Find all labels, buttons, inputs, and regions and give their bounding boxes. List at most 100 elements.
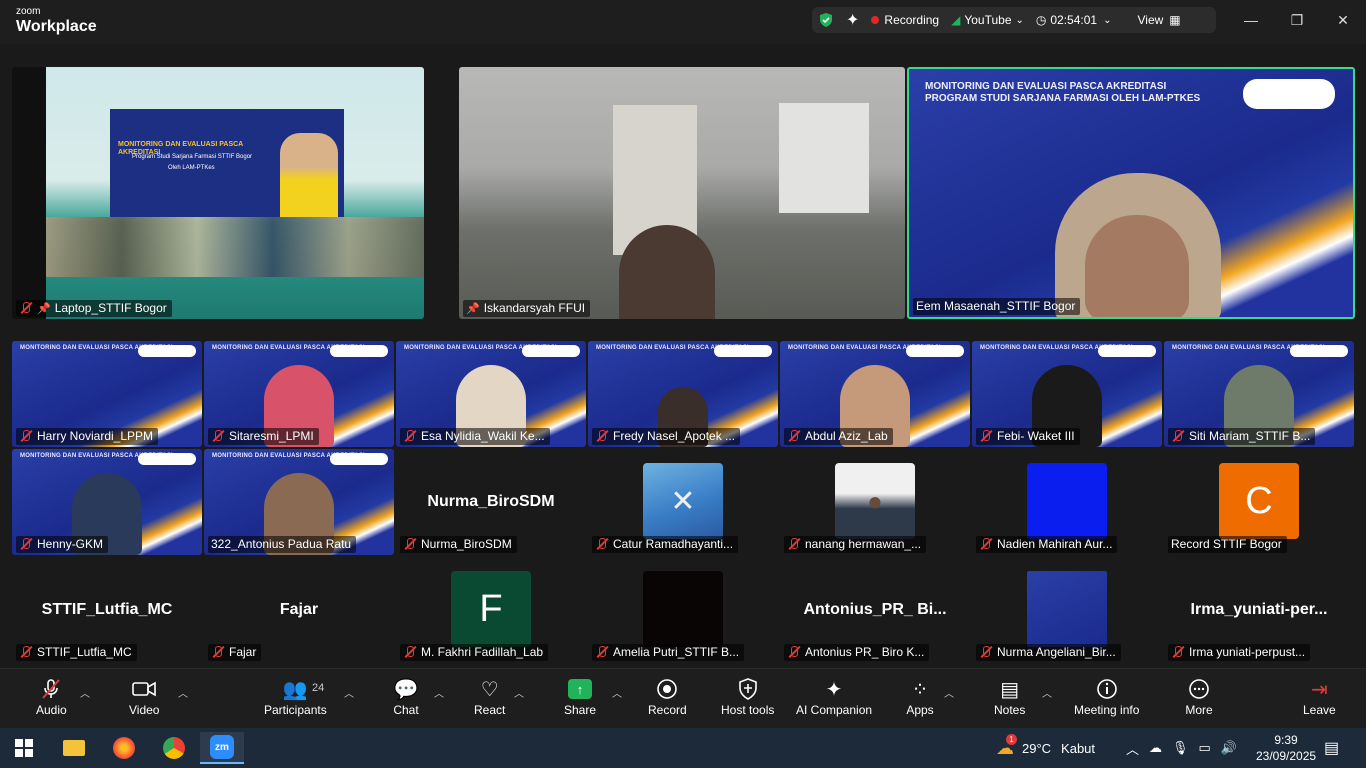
video-tile[interactable]: STTIF_Lutfia_MC STTIF_Lutfia_MC xyxy=(12,557,202,663)
video-tile[interactable]: Irma_yuniati-per... Irma yuniati-perpust… xyxy=(1164,557,1354,663)
windows-start-icon[interactable] xyxy=(4,732,44,764)
participant-name: Henny-GKM xyxy=(37,537,104,551)
recording-label: Recording xyxy=(884,13,940,27)
institution-logos xyxy=(1243,79,1335,109)
mic-muted-icon xyxy=(787,430,801,442)
share-button[interactable]: ↑ Share xyxy=(564,675,596,717)
video-tile-laptop-sttif[interactable]: MONITORING DAN EVALUASI PASCA AKREDITASI… xyxy=(12,67,424,319)
video-camera-icon xyxy=(130,675,158,703)
mic-muted-icon xyxy=(979,430,993,442)
close-icon[interactable]: ✕ xyxy=(1320,0,1366,40)
record-button[interactable]: Record xyxy=(648,675,687,717)
audio-button[interactable]: Audio xyxy=(36,675,67,717)
video-tile[interactable]: MONITORING DAN EVALUASI PASCA AKREDITASI… xyxy=(12,449,202,555)
youtube-stream-indicator[interactable]: ◢ YouTube ⌄ xyxy=(945,7,1030,33)
weather-widget[interactable]: ☁ 1 29°C Kabut xyxy=(996,728,1095,768)
host-tools-button[interactable]: Host tools xyxy=(721,675,774,717)
video-tile[interactable]: MONITORING DAN EVALUASI PASCA AKREDITASI… xyxy=(396,341,586,447)
chat-button[interactable]: 💬 Chat xyxy=(392,675,420,718)
chevron-up-icon[interactable]: ︿ xyxy=(1126,739,1139,758)
video-options-caret-icon[interactable]: ︿ xyxy=(178,685,188,700)
mic-muted-icon xyxy=(979,538,993,550)
audio-options-caret-icon[interactable]: ︿ xyxy=(80,685,90,700)
firefox-icon[interactable] xyxy=(104,732,144,764)
video-tile-eem-masaenah[interactable]: MONITORING DAN EVALUASI PASCA AKREDITASI… xyxy=(907,67,1355,319)
view-button[interactable]: View ▦ xyxy=(1131,7,1186,33)
banner-line2: Program Studi Sarjana Farmasi STTIF Bogo… xyxy=(132,154,253,160)
chrome-icon[interactable] xyxy=(154,732,194,764)
restore-icon[interactable]: ❐ xyxy=(1274,0,1320,40)
file-explorer-icon[interactable] xyxy=(54,732,94,764)
video-tile[interactable]: MONITORING DAN EVALUASI PASCA AKREDITASI… xyxy=(204,341,394,447)
participants-options-caret-icon[interactable]: ︿ xyxy=(344,685,354,700)
window-controls: ― ❐ ✕ xyxy=(1228,0,1366,40)
video-tile[interactable]: Fajar Fajar xyxy=(204,557,394,663)
battery-icon[interactable]: ▭ xyxy=(1199,740,1211,756)
host-tools-label: Host tools xyxy=(721,703,775,717)
video-tile[interactable]: Nadien Mahirah Aur... xyxy=(972,449,1162,555)
notification-icon[interactable]: ▤ xyxy=(1324,728,1339,768)
notes-button[interactable]: ▤ Notes xyxy=(994,675,1025,718)
chevron-down-icon: ⌄ xyxy=(1103,14,1112,26)
video-tile[interactable]: Nurma Angeliani_Bir... xyxy=(972,557,1162,663)
signal-icon: ◢ xyxy=(951,13,961,27)
meeting-timer[interactable]: ◷ 02:54:01 ⌄ xyxy=(1030,7,1118,33)
clock[interactable]: 9:39 23/09/2025 xyxy=(1256,728,1316,768)
person-head xyxy=(619,225,715,319)
participant-name: Catur Ramadhayanti... xyxy=(613,537,734,551)
video-tile[interactable]: ● nanang hermawan_... xyxy=(780,449,970,555)
video-tile[interactable]: MONITORING DAN EVALUASI PASCA AKREDITASI… xyxy=(204,449,394,555)
apps-options-caret-icon[interactable]: ︿ xyxy=(944,685,954,700)
ai-companion-label: AI Companion xyxy=(796,703,873,717)
chat-options-caret-icon[interactable]: ︿ xyxy=(434,685,444,700)
react-options-caret-icon[interactable]: ︿ xyxy=(514,685,524,700)
volume-icon[interactable]: 🔊 xyxy=(1221,740,1237,756)
video-tile[interactable]: MONITORING DAN EVALUASI PASCA AKREDITASI… xyxy=(972,341,1162,447)
mic-muted-icon xyxy=(1171,646,1185,658)
meeting-status-bar: ✦ Recording ◢ YouTube ⌄ ◷ 02:54:01 ⌄ Vie… xyxy=(812,7,1216,33)
apps-button[interactable]: ⁘ Apps xyxy=(906,675,934,718)
video-tile[interactable]: MONITORING DAN EVALUASI PASCA AKREDITASI… xyxy=(12,341,202,447)
video-tile[interactable]: MONITORING DAN EVALUASI PASCA AKREDITASI… xyxy=(588,341,778,447)
participant-display-name: Irma_yuniati-per... xyxy=(1190,601,1328,618)
participant-name: Siti Mariam_STTIF B... xyxy=(1189,429,1311,443)
video-tile[interactable]: C Record STTIF Bogor xyxy=(1164,449,1354,555)
video-tile[interactable]: Antonius_PR_ Bi... Antonius PR_ Biro K..… xyxy=(780,557,970,663)
meeting-info-button[interactable]: Meeting info xyxy=(1074,675,1139,717)
recording-indicator[interactable]: Recording xyxy=(865,7,945,33)
participant-display-name: Fajar xyxy=(279,601,319,618)
leave-button[interactable]: ⇥ Leave xyxy=(1303,675,1336,718)
video-tile[interactable]: MONITORING DAN EVALUASI PASCA AKREDITASI… xyxy=(780,341,970,447)
minimize-icon[interactable]: ― xyxy=(1228,0,1274,40)
video-tile[interactable]: ✕ Catur Ramadhayanti... xyxy=(588,449,778,555)
video-tile[interactable]: MONITORING DAN EVALUASI PASCA AKREDITASI… xyxy=(1164,341,1354,447)
mic-muted-icon xyxy=(595,646,609,658)
video-tile[interactable]: Amelia Putri_STTIF B... xyxy=(588,557,778,663)
video-button[interactable]: Video xyxy=(129,675,159,717)
notes-options-caret-icon[interactable]: ︿ xyxy=(1042,685,1052,700)
microphone-icon[interactable]: 🎙 xyxy=(1172,740,1189,756)
encryption-shield-icon[interactable] xyxy=(812,7,840,33)
share-options-caret-icon[interactable]: ︿ xyxy=(612,685,622,700)
zoom-taskbar-icon[interactable]: zm xyxy=(200,732,244,764)
video-tile[interactable]: F M. Fakhri Fadillah_Lab xyxy=(396,557,586,663)
more-button[interactable]: More xyxy=(1185,675,1213,717)
video-gallery: MONITORING DAN EVALUASI PASCA AKREDITASI… xyxy=(0,44,1366,668)
institution-logos xyxy=(714,345,772,357)
participant-display-name: Antonius_PR_ Bi... xyxy=(803,601,947,618)
avatar: F xyxy=(451,571,531,647)
video-tile[interactable]: Nurma_BiroSDM Nurma_BiroSDM xyxy=(396,449,586,555)
participant-name: Harry Noviardi_LPPM xyxy=(37,429,154,443)
mic-muted-icon xyxy=(403,646,417,658)
weather-alert-badge: 1 xyxy=(1006,733,1017,745)
weather-fog-icon: ☁ 1 xyxy=(996,733,1017,759)
profile-picture: ● xyxy=(835,463,915,539)
ai-companion-button[interactable]: ✦ AI Companion xyxy=(796,675,873,718)
ai-sparkle-icon[interactable]: ✦ xyxy=(840,7,865,33)
react-button[interactable]: ♡ React xyxy=(474,675,505,718)
network-warning-icon[interactable]: ☁ xyxy=(1149,740,1162,756)
building-right xyxy=(779,103,869,213)
video-tile-iskandarsyah[interactable]: 📌 Iskandarsyah FFUI xyxy=(459,67,905,319)
participants-label: Participants xyxy=(264,703,327,717)
participant-name: Iskandarsyah FFUI xyxy=(483,301,586,315)
